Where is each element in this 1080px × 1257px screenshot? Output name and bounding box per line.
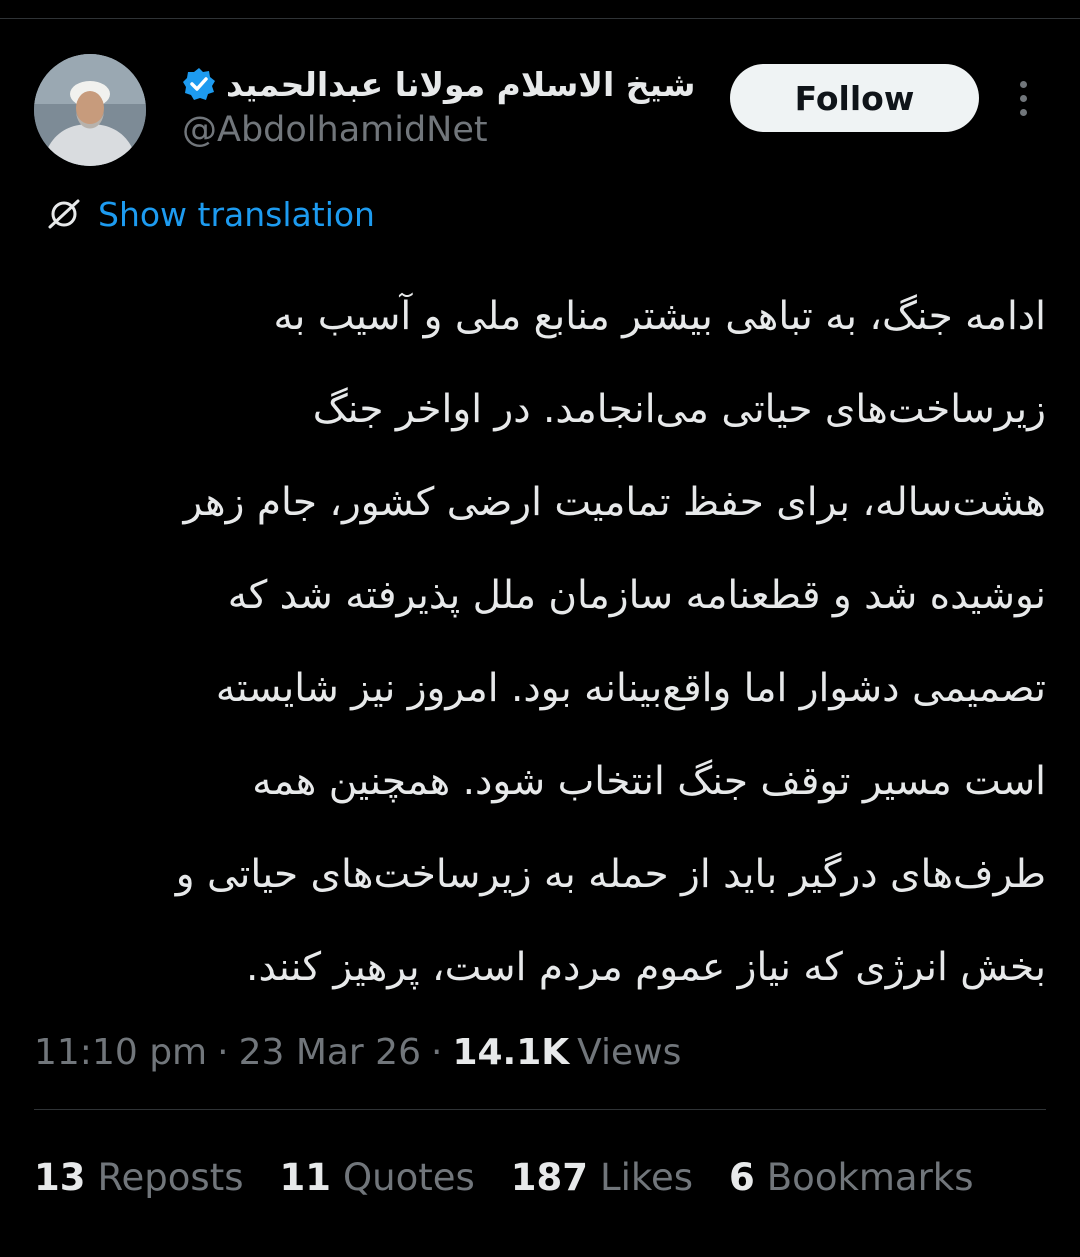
tweet-meta: 11:10 pm · 23 Mar 26 · 14.1K Views (34, 1028, 681, 1076)
likes-count: 187 (510, 1155, 588, 1199)
engagement-stats: 13 Reposts 11 Quotes 187 Likes 6 Bookmar… (34, 1152, 1010, 1202)
meta-separator: · (431, 1031, 443, 1073)
reposts-stat[interactable]: 13 Reposts (34, 1156, 244, 1199)
follow-button[interactable]: Follow (730, 64, 979, 132)
more-vertical-icon[interactable] (1008, 76, 1038, 120)
more-dot (1019, 108, 1027, 116)
meta-separator: · (217, 1031, 229, 1073)
stats-divider (34, 1109, 1046, 1110)
tweet-line: تصمیمی دشوار اما واقع‌بینانه بود. امروز … (215, 666, 1046, 711)
top-divider (0, 18, 1080, 19)
likes-label: Likes (600, 1155, 694, 1199)
globe-translate-icon (48, 199, 80, 229)
bookmarks-stat[interactable]: 6 Bookmarks (729, 1156, 973, 1199)
tweet-line: بخش انرژی که نیاز عموم مردم است، پرهیز ک… (246, 945, 1046, 990)
avatar[interactable] (34, 54, 146, 166)
reposts-label: Reposts (97, 1155, 244, 1199)
tweet-line: است مسیر توقف جنگ انتخاب شود. همچنین همه (252, 759, 1046, 804)
avatar-image (34, 54, 146, 166)
quotes-label: Quotes (343, 1155, 475, 1199)
quotes-count: 11 (279, 1155, 332, 1199)
more-dot (1019, 94, 1027, 102)
tweet-date[interactable]: 23 Mar 26 (239, 1032, 421, 1073)
tweet-time[interactable]: 11:10 pm (34, 1032, 207, 1073)
bookmarks-count: 6 (729, 1155, 755, 1199)
tweet-line: زیرساخت‌های حیاتی می‌انجامد. در اواخر جن… (312, 387, 1046, 432)
views-count: 14.1K (452, 1031, 570, 1073)
author-handle[interactable]: @AbdolhamidNet (182, 110, 488, 150)
tweet-text: ادامه جنگ، به تباهی بیشتر منابع ملی و آس… (34, 270, 1046, 1014)
reposts-count: 13 (34, 1155, 86, 1199)
likes-stat[interactable]: 187 Likes (511, 1156, 693, 1199)
quotes-stat[interactable]: 11 Quotes (280, 1156, 475, 1199)
views-label: Views (577, 1031, 682, 1073)
more-dot (1019, 80, 1027, 88)
tweet-line: طرف‌های درگیر باید از حمله به زیرساخت‌ها… (175, 852, 1046, 897)
verified-badge-icon (183, 68, 215, 100)
bookmarks-label: Bookmarks (766, 1155, 974, 1199)
display-name[interactable]: شیخ الاسلام مولانا عبدالحمید (226, 65, 695, 104)
tweet-line: هشت‌ساله، برای حفظ تمامیت ارضی کشور، جام… (183, 480, 1046, 525)
tweet-line: ادامه جنگ، به تباهی بیشتر منابع ملی و آس… (273, 294, 1046, 339)
show-translation-link[interactable]: Show translation (44, 192, 375, 236)
tweet-line: نوشیده شد و قطعنامه سازمان ملل پذیرفته ش… (227, 573, 1046, 618)
show-translation-label[interactable]: Show translation (98, 195, 375, 234)
author-name-row[interactable]: شیخ الاسلام مولانا عبدالحمید (182, 62, 702, 106)
